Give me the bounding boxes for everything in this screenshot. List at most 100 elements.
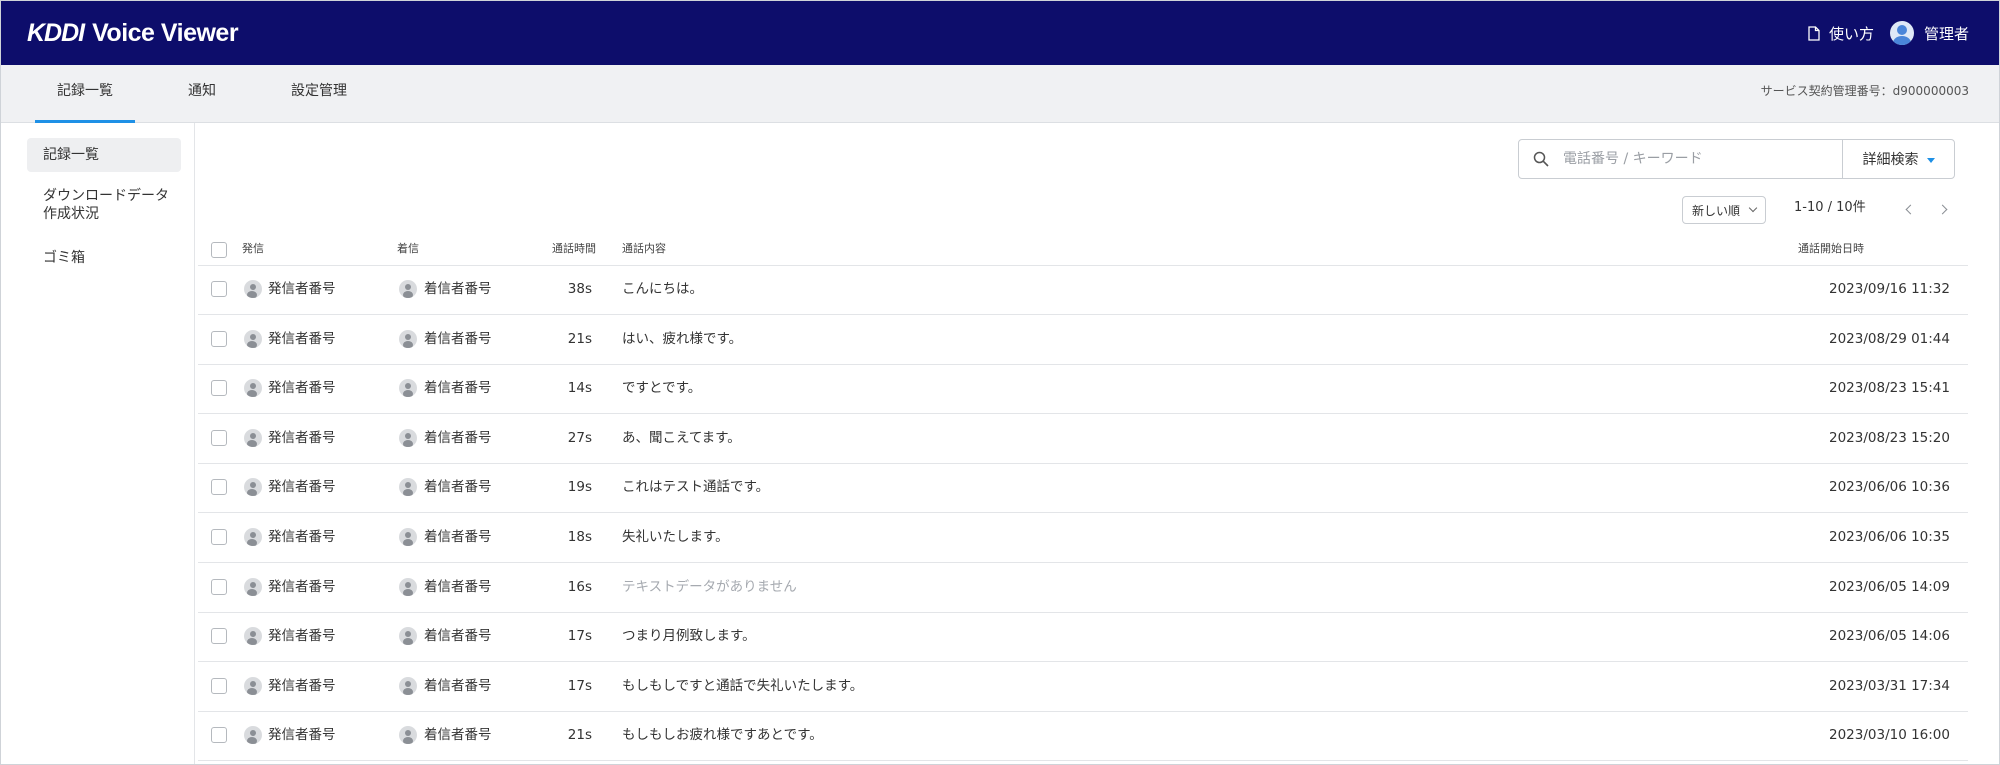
callee-cell: 着信者番号 [424,331,492,347]
user-menu[interactable]: 管理者 [1889,21,1969,45]
caller-person-icon [244,677,262,695]
callee-cell: 着信者番号 [424,678,492,694]
caller-cell: 発信者番号 [268,430,336,446]
duration-cell: 17s [567,678,592,694]
start-time-cell: 2023/06/05 14:09 [1828,579,1950,595]
duration-cell: 16s [567,579,592,595]
duration-cell: 21s [567,727,592,743]
duration-cell: 27s [567,430,592,446]
start-time-cell: 2023/06/06 10:36 [1828,479,1950,495]
duration-cell: 21s [567,331,592,347]
start-time-cell: 2023/03/31 17:34 [1828,678,1950,694]
caller-cell: 発信者番号 [268,529,336,545]
column-header-start-time[interactable]: 通話開始日時 [1798,242,1864,256]
select-all-checkbox[interactable] [211,242,227,258]
logo-product: Voice Viewer [92,18,239,47]
callee-person-icon [399,330,417,348]
tab-records[interactable]: 記録一覧 [35,65,135,123]
logo-brand: KDDI [27,18,85,47]
duration-cell: 19s [567,479,592,495]
content-cell: あ、聞こえてます。 [622,430,741,446]
caller-cell: 発信者番号 [268,579,336,595]
result-count: 1-10 / 10件 [1794,200,1866,215]
callee-person-icon [399,379,417,397]
next-page-button[interactable] [1935,200,1953,218]
column-header-content[interactable]: 通話内容 [622,242,666,256]
row-checkbox[interactable] [211,579,227,595]
caller-person-icon [244,627,262,645]
row-checkbox[interactable] [211,678,227,694]
row-checkbox[interactable] [211,430,227,446]
advanced-search-button[interactable]: 詳細検索 [1842,140,1954,178]
content-cell: はい、疲れ様です。 [622,331,743,347]
search-bar: 詳細検索 [1518,139,1955,179]
row-checkbox[interactable] [211,727,227,743]
search-field[interactable] [1519,140,1842,178]
caller-cell: 発信者番号 [268,479,336,495]
caret-down-icon [1926,157,1935,163]
tab-settings[interactable]: 設定管理 [287,65,351,123]
caller-person-icon [244,330,262,348]
duration-cell: 18s [567,529,592,545]
content-cell: もしもしお疲れ様ですあとです。 [622,727,823,743]
prev-page-button[interactable] [1900,200,1918,218]
callee-person-icon [399,478,417,496]
caller-person-icon [244,478,262,496]
caller-cell: 発信者番号 [268,628,336,644]
caller-person-icon [244,379,262,397]
caller-cell: 発信者番号 [268,331,336,347]
column-header-callee[interactable]: 着信 [397,242,419,256]
callee-cell: 着信者番号 [424,281,492,297]
content-cell: こんにちは。 [622,281,703,297]
caller-cell: 発信者番号 [268,380,336,396]
row-checkbox[interactable] [211,380,227,396]
app-logo[interactable]: KDDI Voice Viewer [27,18,239,48]
sidebar-item-trash[interactable]: ゴミ箱 [27,249,181,267]
callee-person-icon [399,578,417,596]
column-header-duration[interactable]: 通話時間 [552,242,596,256]
row-checkbox[interactable] [211,628,227,644]
callee-cell: 着信者番号 [424,380,492,396]
sidebar-item-records[interactable]: 記録一覧 [27,138,181,172]
start-time-cell: 2023/03/10 16:00 [1828,727,1950,743]
tab-notifications[interactable]: 通知 [177,65,227,123]
start-time-cell: 2023/08/23 15:20 [1828,430,1950,446]
start-time-cell: 2023/06/06 10:35 [1828,529,1950,545]
callee-cell: 着信者番号 [424,479,492,495]
chevron-down-icon [1748,203,1758,213]
search-input[interactable] [1563,151,1823,167]
contract-number: サービス契約管理番号：d900000003 [1760,84,1969,98]
column-header-caller[interactable]: 発信 [242,242,264,256]
row-checkbox[interactable] [211,479,227,495]
advanced-search-label: 詳細検索 [1862,152,1919,168]
duration-cell: 17s [567,628,592,644]
duration-cell: 14s [567,380,592,396]
caller-person-icon [244,578,262,596]
duration-cell: 38s [567,281,592,297]
caller-cell: 発信者番号 [268,678,336,694]
sort-select[interactable]: 新しい順 [1682,196,1766,224]
content-cell: これはテスト通話です。 [622,479,770,495]
header-actions: 使い方 管理者 [1808,21,1969,45]
callee-person-icon [399,280,417,298]
row-checkbox[interactable] [211,281,227,297]
callee-person-icon [399,429,417,447]
callee-cell: 着信者番号 [424,529,492,545]
help-label: 使い方 [1828,24,1874,43]
callee-person-icon [399,627,417,645]
caller-person-icon [244,726,262,744]
chevron-left-icon [1905,204,1916,214]
row-checkbox[interactable] [211,331,227,347]
sidebar-item-download-status[interactable]: ダウンロードデータ 作成状況 [27,187,181,223]
content-cell: テキストデータがありません [622,579,797,595]
top-header: KDDI Voice Viewer 使い方 管理者 [1,1,1999,65]
start-time-cell: 2023/08/29 01:44 [1828,331,1950,347]
help-link[interactable]: 使い方 [1808,23,1874,44]
content-cell: もしもしですと通話で失礼いたします。 [622,678,864,694]
callee-person-icon [399,726,417,744]
row-checkbox[interactable] [211,529,227,545]
caller-cell: 発信者番号 [268,281,336,297]
caller-person-icon [244,429,262,447]
chevron-right-icon [1937,204,1948,214]
callee-cell: 着信者番号 [424,727,492,743]
